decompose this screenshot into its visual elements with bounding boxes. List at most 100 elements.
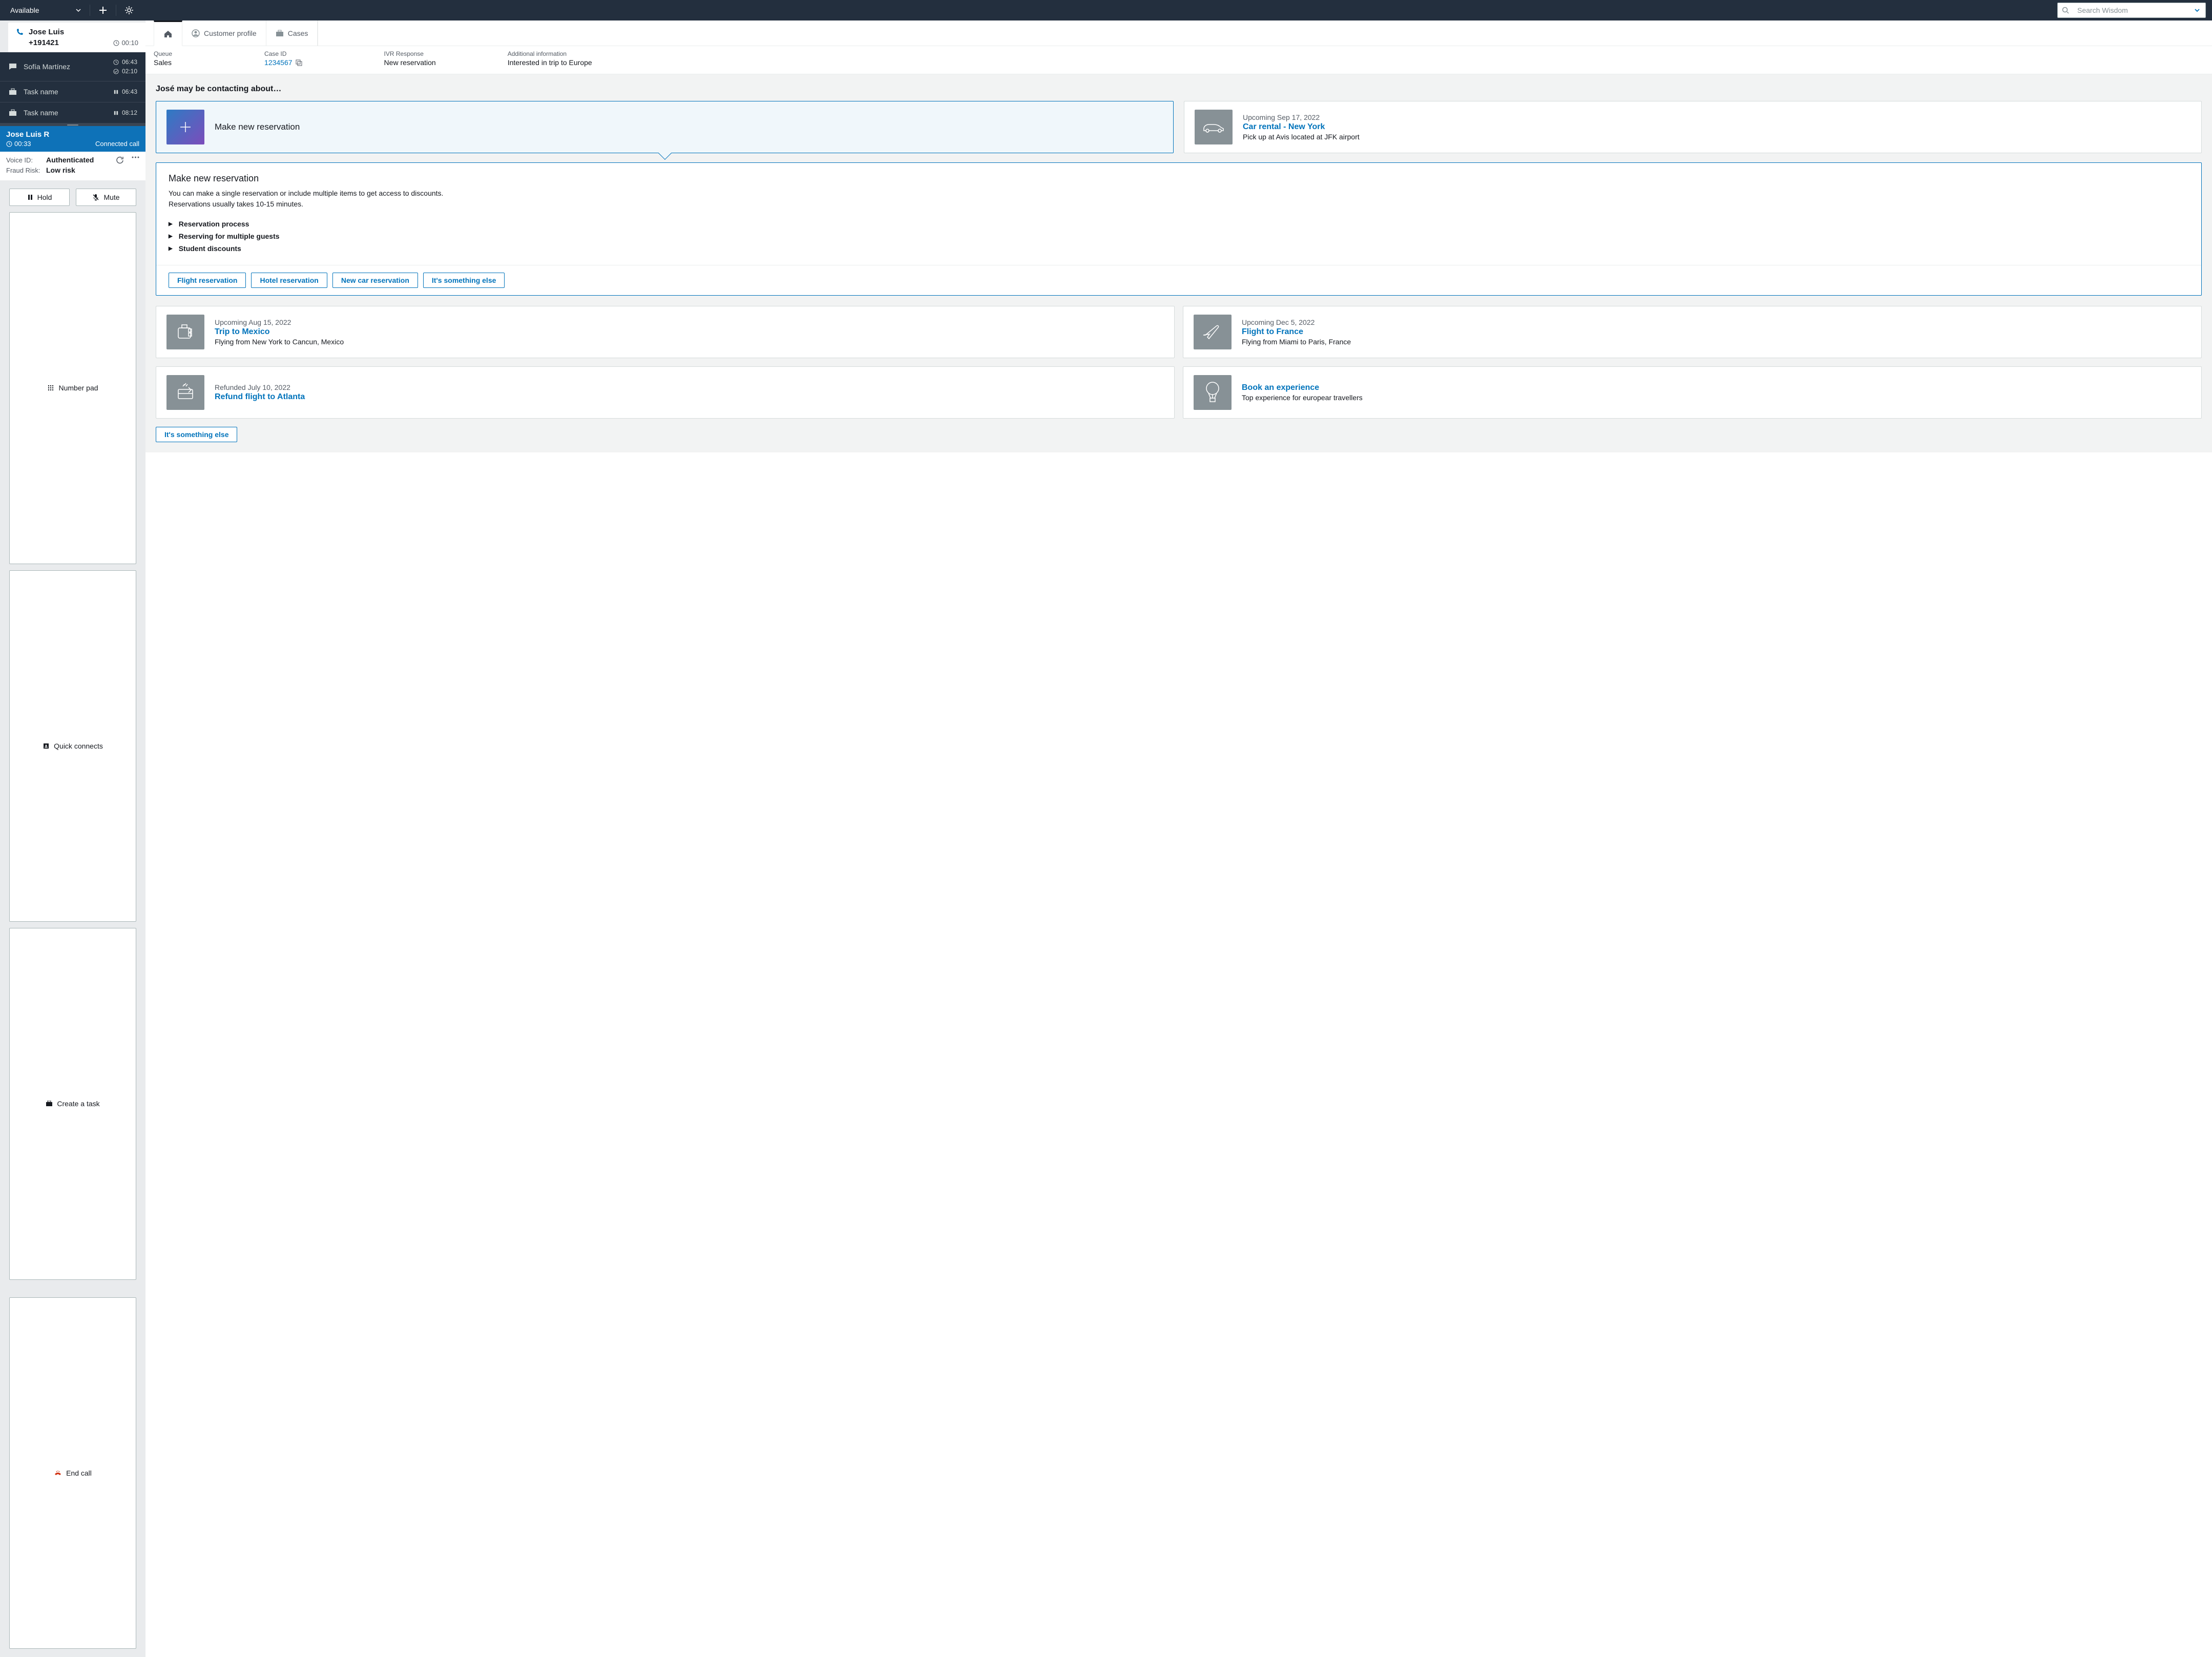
card-trip-mexico[interactable]: Upcoming Aug 15, 2022 Trip to Mexico Fly… — [156, 306, 1175, 358]
card-desc: Top experience for europear travellers — [1242, 393, 1363, 402]
card-refund-atlanta[interactable]: Refunded July 10, 2022 Refund flight to … — [156, 366, 1175, 419]
contacts-list: Sofía Martínez 06:43 02:10 Task name 06:… — [0, 52, 145, 126]
copy-icon[interactable] — [296, 59, 302, 66]
chevron-down-icon — [2194, 7, 2200, 13]
detail-desc-line: You can make a single reservation or inc… — [169, 188, 2189, 199]
card-desc: Pick up at Avis located at JFK airport — [1243, 133, 1360, 141]
hold-button[interactable]: Hold — [9, 189, 70, 206]
end-call-button[interactable]: End call — [9, 1297, 136, 1649]
refresh-icon — [116, 156, 123, 164]
suitcase-icon — [166, 315, 204, 349]
pause-icon — [27, 194, 33, 200]
ivr-value: New reservation — [384, 58, 436, 67]
search-icon — [2058, 7, 2073, 14]
topbar: Available — [0, 0, 2212, 20]
briefcase-icon — [8, 88, 17, 95]
ellipsis-icon — [132, 156, 139, 158]
tab-home[interactable] — [154, 20, 182, 46]
detail-desc-line: Reservations usually takes 10-15 minutes… — [169, 199, 2189, 210]
pause-icon — [113, 110, 119, 116]
contact-name: Jose Luis — [29, 28, 64, 36]
refund-icon — [166, 375, 204, 410]
quick-connects-button[interactable]: Quick connects — [9, 570, 136, 922]
contact-item-task[interactable]: Task name 08:12 — [0, 102, 145, 123]
plus-icon — [98, 6, 108, 15]
home-icon — [163, 30, 173, 38]
info-strip: QueueSales Case ID1234567 IVR ResponseNe… — [145, 46, 2212, 74]
card-desc: Flying from Miami to Paris, France — [1242, 338, 1351, 346]
refresh-button[interactable] — [116, 156, 123, 164]
case-id-label: Case ID — [264, 50, 302, 57]
addl-info-value: Interested in trip to Europe — [508, 58, 592, 67]
call-duration: 00:33 — [14, 140, 31, 148]
card-new-reservation[interactable]: Make new reservation — [156, 101, 1174, 153]
voice-id-value: Authenticated — [46, 156, 94, 164]
search-input[interactable] — [2073, 6, 2188, 14]
ivr-label: IVR Response — [384, 50, 436, 57]
action-flight[interactable]: Flight reservation — [169, 273, 246, 288]
contact-item-chat[interactable]: Sofía Martínez 06:43 02:10 — [0, 52, 145, 81]
gear-icon — [124, 6, 134, 15]
tab-customer-profile[interactable]: Customer profile — [182, 20, 266, 46]
active-contact-card[interactable]: Jose Luis +191421 00:10 — [8, 23, 145, 52]
contact-phone: +191421 — [29, 38, 59, 47]
search-expand-button[interactable] — [2188, 7, 2205, 13]
card-date: Upcoming Aug 15, 2022 — [215, 318, 344, 326]
action-other[interactable]: It's something else — [423, 273, 505, 288]
detail-topic[interactable]: Student discounts — [169, 242, 2189, 255]
contact-name: Task name — [24, 88, 107, 96]
detail-topic[interactable]: Reservation process — [169, 218, 2189, 230]
section-title: José may be contacting about… — [156, 74, 2202, 101]
numpad-button[interactable]: Number pad — [9, 212, 136, 564]
card-desc: Flying from New York to Cancun, Mexico — [215, 338, 344, 346]
mute-icon — [92, 194, 99, 201]
contact-time: 06:43 — [122, 58, 137, 66]
more-button[interactable] — [132, 156, 139, 164]
card-car-rental[interactable]: Upcoming Sep 17, 2022 Car rental - New Y… — [1184, 101, 2202, 153]
agent-status-label: Available — [10, 6, 39, 14]
card-title: Trip to Mexico — [215, 327, 344, 337]
addl-info-label: Additional information — [508, 50, 592, 57]
call-status: Connected call — [95, 140, 139, 148]
search-box[interactable] — [2057, 3, 2206, 18]
clock-icon — [6, 141, 12, 147]
agent-status-dropdown[interactable]: Available — [6, 4, 86, 16]
action-hotel[interactable]: Hotel reservation — [251, 273, 327, 288]
fraud-risk-label: Fraud Risk: — [6, 167, 42, 174]
detail-topic[interactable]: Reserving for multiple guests — [169, 230, 2189, 242]
contact-name: Sofía Martínez — [24, 63, 107, 71]
briefcase-icon — [276, 30, 284, 37]
queue-value: Sales — [154, 58, 172, 67]
voice-id-label: Voice ID: — [6, 156, 42, 164]
card-flight-france[interactable]: Upcoming Dec 5, 2022 Flight to France Fl… — [1183, 306, 2202, 358]
caller-name: Jose Luis R — [6, 130, 139, 139]
card-date: Refunded July 10, 2022 — [215, 383, 305, 391]
settings-button[interactable] — [120, 2, 138, 19]
chat-icon — [8, 63, 17, 70]
tab-label: Customer profile — [204, 29, 257, 37]
pause-icon — [113, 89, 119, 95]
sidebar: Jose Luis +191421 00:10 Sofía Martínez 0… — [0, 20, 145, 1657]
dialpad-icon — [47, 384, 54, 391]
case-id-link[interactable]: 1234567 — [264, 58, 302, 67]
car-icon — [1195, 110, 1233, 144]
create-task-button[interactable]: Create a task — [9, 928, 136, 1280]
detail-panel: Make new reservation You can make a sing… — [156, 162, 2202, 296]
fraud-risk-value: Low risk — [46, 166, 75, 174]
balloon-icon — [1194, 375, 1232, 410]
something-else-button[interactable]: It's something else — [156, 427, 237, 442]
tab-bar: Customer profile Cases — [145, 20, 2212, 46]
card-title: Make new reservation — [215, 122, 300, 132]
action-car[interactable]: New car reservation — [332, 273, 418, 288]
card-book-experience[interactable]: Book an experience Top experience for eu… — [1183, 366, 2202, 419]
timer-icon — [113, 69, 119, 74]
mute-button[interactable]: Mute — [76, 189, 136, 206]
tab-cases[interactable]: Cases — [266, 20, 318, 46]
contact-time: 06:43 — [122, 88, 137, 95]
add-button[interactable] — [94, 2, 112, 19]
plane-icon — [1194, 315, 1232, 349]
contact-duration: 00:10 — [121, 39, 138, 47]
queue-label: Queue — [154, 50, 172, 57]
card-title: Refund flight to Atlanta — [215, 392, 305, 402]
contact-item-task[interactable]: Task name 06:43 — [0, 81, 145, 102]
